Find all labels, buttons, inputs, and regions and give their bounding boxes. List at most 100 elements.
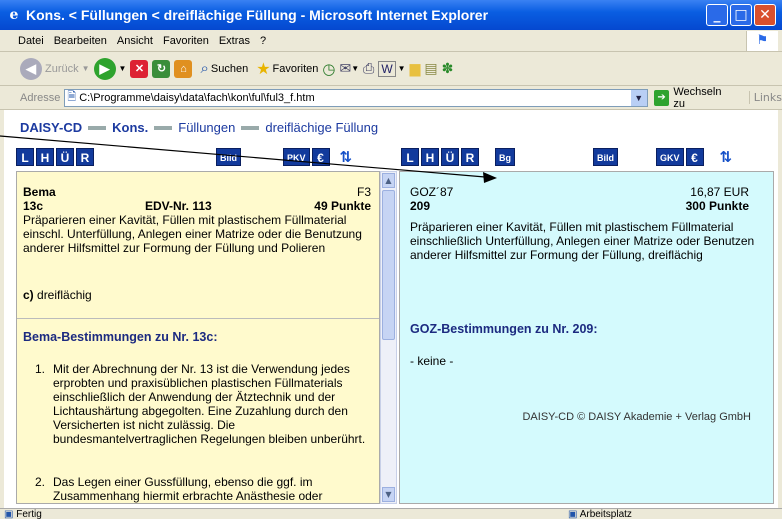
goz-price: 16,87 EUR: [690, 185, 749, 199]
scroll-up-icon[interactable]: ▲: [382, 173, 395, 188]
right-r-button[interactable]: R: [461, 147, 479, 166]
goz-heading: GOZ´87: [410, 185, 454, 199]
minimize-button[interactable]: _: [706, 4, 728, 26]
window-title: Kons. < Füllungen < dreiflächige Füllung…: [26, 7, 489, 23]
left-nav: L H Ü R Bild PKV € ⇅: [16, 146, 380, 167]
bema-item-2: Das Legen einer Gussfüllung, ebenso die …: [53, 475, 323, 503]
research-button[interactable]: ▤: [424, 60, 437, 77]
right-ue-button[interactable]: Ü: [441, 147, 459, 166]
right-bild-button[interactable]: Bild: [593, 147, 618, 166]
star-icon: ★: [256, 60, 271, 78]
bema-edv: EDV-Nr. 113: [145, 199, 212, 213]
bema-code: F3: [356, 185, 371, 199]
left-euro-button[interactable]: €: [311, 147, 330, 166]
messenger-icon: ✽: [441, 60, 454, 76]
bema-item-1: Mit der Abrechnung der Nr. 13 ist die Ve…: [53, 362, 366, 446]
maximize-button[interactable]: □: [730, 4, 752, 26]
bema-bestimmungen-heading: Bema-Bestimmungen zu Nr. 13c:: [23, 330, 218, 344]
search-button[interactable]: ⌕ Suchen: [200, 60, 248, 77]
go-arrow-icon: ➔: [653, 89, 670, 106]
page-icon: 🗎: [67, 91, 77, 103]
left-scrollbar[interactable]: ▲ ▼: [380, 171, 397, 504]
breadcrumb-current[interactable]: dreiflächige Füllung: [265, 120, 378, 135]
status-bar: ▣ Fertig ▣ Arbeitsplatz: [0, 508, 782, 519]
forward-button[interactable]: ▶ ▼: [93, 57, 126, 80]
windows-logo-icon: ⚑: [746, 31, 778, 51]
right-euro-button[interactable]: €: [685, 147, 704, 166]
left-ue-button[interactable]: Ü: [56, 147, 74, 166]
messenger-button[interactable]: ✽: [442, 60, 454, 77]
address-input[interactable]: 🗎 C:\Programme\daisy\data\fach\kon\ful\f…: [64, 88, 648, 107]
right-gkv-button[interactable]: GKV: [656, 147, 684, 166]
breadcrumb-kons[interactable]: Kons.: [112, 120, 148, 135]
left-r-button[interactable]: R: [76, 147, 94, 166]
history-button[interactable]: ◷: [322, 60, 335, 78]
right-sync-arrows-icon[interactable]: ⇅: [720, 148, 733, 166]
back-button[interactable]: ◀ Zurück ▼: [20, 57, 90, 80]
address-label: Adresse: [20, 91, 61, 104]
back-arrow-icon: ◀: [20, 57, 42, 80]
research-icon: ▤: [424, 60, 438, 76]
bema-pane: Bema F3 13c EDV-Nr. 113 49 Punkte Präpar…: [16, 171, 380, 504]
word-icon: W: [378, 60, 396, 77]
menu-help[interactable]: ?: [260, 35, 266, 47]
mail-icon: ✉: [339, 60, 352, 76]
refresh-button[interactable]: ↻: [152, 59, 171, 78]
menu-ansicht[interactable]: Ansicht: [117, 35, 153, 47]
home-button[interactable]: ⌂: [174, 59, 193, 78]
right-h-button[interactable]: H: [421, 147, 439, 166]
print-icon: ⎙: [363, 60, 375, 76]
scroll-down-icon[interactable]: ▼: [382, 487, 395, 502]
bema-sub: c) dreiflächig: [23, 288, 92, 302]
breadcrumb: DAISY-CD Kons. Füllungen dreiflächige Fü…: [20, 120, 378, 135]
links-button[interactable]: Links: [748, 91, 782, 104]
goz-pane: GOZ´87 16,87 EUR 209 300 Punkte Präparie…: [399, 171, 774, 504]
left-h-button[interactable]: H: [36, 147, 54, 166]
left-pkv-button[interactable]: PKV: [283, 147, 310, 166]
right-bg-button[interactable]: Bg: [495, 147, 515, 166]
stop-button[interactable]: ✕: [130, 59, 149, 78]
computer-icon: ▣: [568, 509, 578, 519]
menu-bearbeiten[interactable]: Bearbeiten: [54, 35, 107, 47]
menu-favoriten[interactable]: Favoriten: [163, 35, 209, 47]
goz-description: Präparieren einer Kavität, Füllen mit pl…: [410, 220, 755, 262]
close-button[interactable]: ✕: [754, 4, 776, 26]
right-nav: L H Ü R Bg Bild GKV € ⇅: [401, 146, 774, 167]
bema-description: Präparieren einer Kavität, Füllen mit pl…: [23, 213, 362, 255]
menu-bar: Datei Bearbeiten Ansicht Favoriten Extra…: [0, 30, 782, 52]
scroll-thumb[interactable]: [382, 190, 395, 340]
menu-datei[interactable]: Datei: [18, 35, 44, 47]
status-zone: ▣ Arbeitsplatz: [568, 509, 632, 519]
stop-icon: ✕: [130, 59, 149, 78]
history-icon: ◷: [322, 60, 336, 78]
title-bar: e Kons. < Füllungen < dreiflächige Füllu…: [0, 0, 782, 30]
goz-keine: - keine -: [410, 354, 454, 368]
bema-heading: Bema: [23, 185, 56, 199]
mail-button[interactable]: ✉ ▼: [339, 60, 359, 77]
goz-nr: 209: [410, 199, 431, 213]
bema-points: 49 Punkte: [314, 199, 371, 213]
folder-button[interactable]: ▆: [410, 60, 421, 77]
search-icon: ⌕: [200, 60, 209, 77]
folder-icon: ▆: [409, 60, 421, 76]
print-button[interactable]: ⎙: [363, 60, 374, 77]
breadcrumb-fuellungen[interactable]: Füllungen: [178, 120, 235, 135]
menu-extras[interactable]: Extras: [219, 35, 250, 47]
home-icon: ⌂: [174, 59, 193, 78]
right-l-button[interactable]: L: [401, 147, 419, 166]
left-bild-button[interactable]: Bild: [216, 147, 241, 166]
edit-button[interactable]: W ▼: [378, 60, 406, 77]
go-button[interactable]: ➔ Wechseln zu: [653, 86, 735, 110]
refresh-icon: ↻: [152, 59, 171, 78]
address-dropdown-icon[interactable]: ▼: [630, 89, 647, 106]
forward-arrow-icon: ▶: [93, 57, 116, 80]
goz-footer: DAISY-CD © DAISY Akademie + Verlag GmbH: [522, 411, 751, 423]
breadcrumb-root[interactable]: DAISY-CD: [20, 120, 82, 135]
address-bar: Adresse 🗎 C:\Programme\daisy\data\fach\k…: [0, 86, 782, 110]
left-sync-arrows-icon[interactable]: ⇅: [340, 148, 353, 166]
favorites-button[interactable]: ★ Favoriten: [256, 59, 318, 79]
goz-bestimmungen-heading: GOZ-Bestimmungen zu Nr. 209:: [410, 322, 598, 336]
bema-nr: 13c: [23, 199, 44, 213]
ie-logo-icon: e: [9, 7, 19, 23]
left-l-button[interactable]: L: [16, 147, 34, 166]
